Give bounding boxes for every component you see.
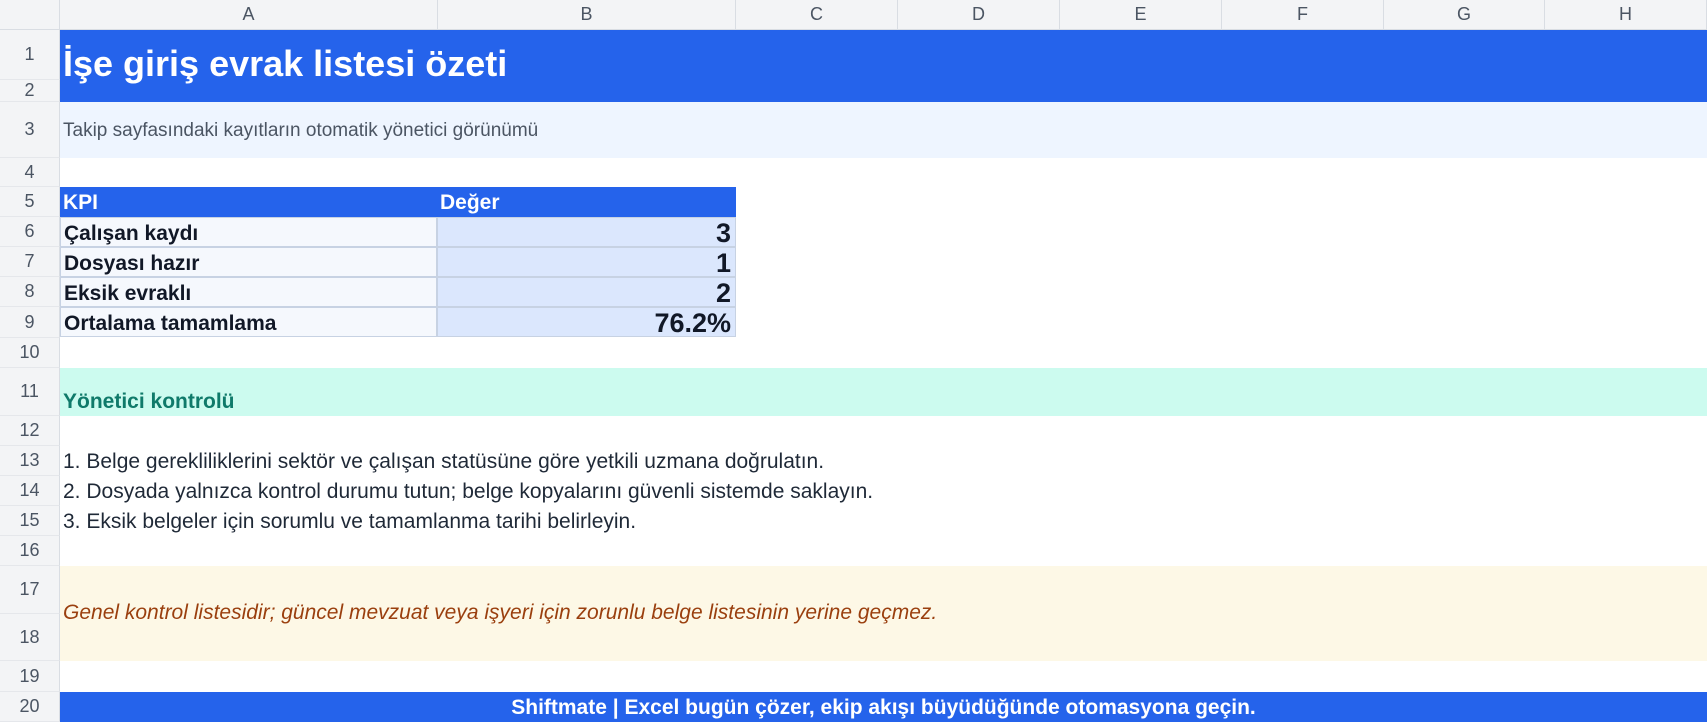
kpi-header-value: Değer [440,191,500,214]
footer-banner: Shiftmate | Excel bugün çözer, ekip akış… [511,696,1256,719]
kpi-header-label: KPI [63,191,99,214]
row-header-20[interactable]: 20 [0,692,60,722]
row-header-6[interactable]: 6 [0,217,60,247]
kpi-value-cell[interactable]: 1 [437,247,736,278]
kpi-value: 2 [715,278,731,308]
row-header-14[interactable]: 14 [0,476,60,506]
row-header-15[interactable]: 15 [0,506,60,536]
kpi-value-cell[interactable]: 2 [437,277,736,308]
disclaimer-note: Genel kontrol listesidir; güncel mevzuat… [63,601,938,624]
column-header-f[interactable]: F [1222,0,1384,30]
kpi-table-header[interactable]: KPI Değer [60,187,736,217]
list-item: 2. Dosyada yalnızca kontrol durumu tutun… [63,480,874,503]
kpi-label: Dosyası hazır [64,252,200,275]
subtitle: Takip sayfasındaki kayıtların otomatik y… [63,120,539,141]
column-header-g[interactable]: G [1384,0,1545,30]
kpi-label: Çalışan kaydı [64,222,199,245]
kpi-row: Eksik evraklı 2 [60,277,736,308]
kpi-value: 1 [715,248,731,278]
kpi-label-cell[interactable]: Ortalama tamamlama [60,307,437,337]
kpi-value-cell[interactable]: 76.2% [437,307,736,338]
page-title: İşe giriş evrak listesi özeti [63,43,508,84]
row-header-16[interactable]: 16 [0,536,60,566]
kpi-label-cell[interactable]: Eksik evraklı [60,277,437,307]
kpi-value-cell[interactable]: 3 [437,217,736,248]
row-header-19[interactable]: 19 [0,661,60,692]
row-header-12[interactable]: 12 [0,416,60,446]
column-header-h[interactable]: H [1545,0,1707,30]
kpi-label: Ortalama tamamlama [64,312,277,335]
row-header-7[interactable]: 7 [0,247,60,277]
section-title: Yönetici kontrolü [63,390,235,413]
row-header-3[interactable]: 3 [0,102,60,158]
spreadsheet-grid: A B C D E F G H 1 2 3 4 5 6 7 8 9 10 11 … [0,0,1707,722]
kpi-value: 3 [715,218,731,248]
row-header-13[interactable]: 13 [0,446,60,476]
row-header-8[interactable]: 8 [0,277,60,307]
kpi-label-cell[interactable]: Çalışan kaydı [60,217,437,247]
kpi-row: Dosyası hazır 1 [60,247,736,278]
row-header-2[interactable]: 2 [0,80,60,102]
row-header-11[interactable]: 11 [0,368,60,416]
column-header-e[interactable]: E [1060,0,1222,30]
row-header-1[interactable]: 1 [0,30,60,80]
column-header-a[interactable]: A [60,0,438,30]
kpi-value: 76.2% [654,308,731,338]
kpi-label: Eksik evraklı [64,282,192,305]
column-header-b[interactable]: B [438,0,736,30]
row-header-5[interactable]: 5 [0,187,60,217]
list-item: 3. Eksik belgeler için sorumlu ve tamaml… [63,510,637,533]
row-header-10[interactable]: 10 [0,338,60,368]
row-header-18[interactable]: 18 [0,614,60,661]
list-item: 1. Belge gerekliliklerini sektör ve çalı… [63,450,825,473]
kpi-row: Çalışan kaydı 3 [60,217,736,248]
row-header-4[interactable]: 4 [0,158,60,187]
select-all-corner[interactable] [0,0,60,30]
column-header-c[interactable]: C [736,0,898,30]
section-cell[interactable] [60,368,1707,416]
column-header-d[interactable]: D [898,0,1060,30]
row-header-17[interactable]: 17 [0,566,60,614]
kpi-label-cell[interactable]: Dosyası hazır [60,247,437,277]
kpi-row: Ortalama tamamlama 76.2% [60,307,736,338]
row-header-9[interactable]: 9 [0,307,60,338]
